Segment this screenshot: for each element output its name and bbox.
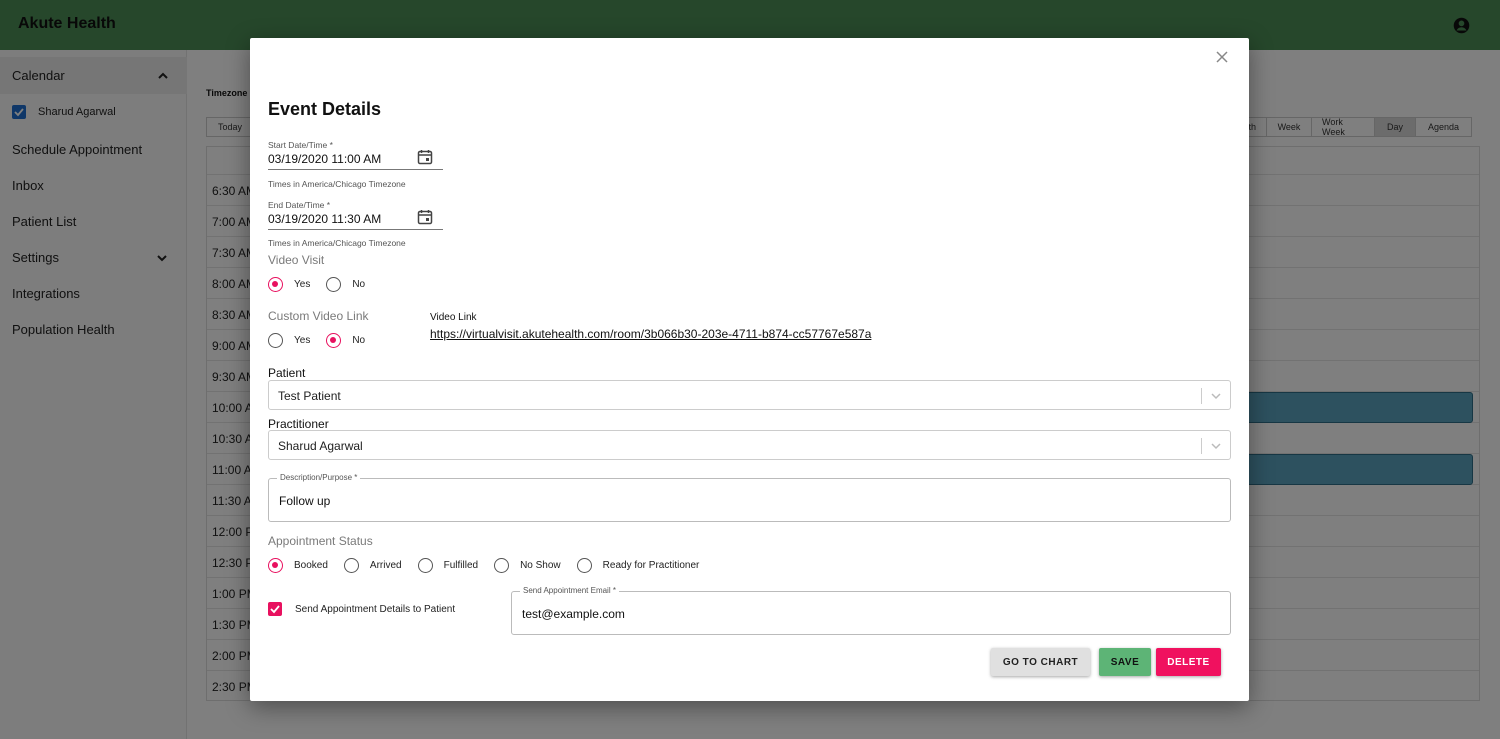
custom-video-link-no-radio[interactable]	[326, 333, 342, 348]
send-email-value: test@example.com	[522, 607, 625, 621]
video-visit-yes-radio[interactable]	[268, 277, 283, 292]
send-details-checkbox-row[interactable]: Send Appointment Details to Patient	[268, 602, 455, 616]
radio-label: No Show	[520, 560, 561, 571]
go-to-chart-button[interactable]: GO TO CHART	[991, 648, 1090, 676]
send-email-label: Send Appointment Email *	[520, 586, 619, 595]
end-datetime-field[interactable]: End Date/Time * 03/19/2020 11:30 AM	[268, 195, 443, 230]
dialog-title: Event Details	[268, 99, 382, 119]
start-datetime-helper: Times in America/Chicago Timezone	[268, 179, 406, 189]
checkbox-checked-icon[interactable]	[268, 602, 282, 616]
delete-button[interactable]: DELETE	[1156, 648, 1221, 676]
radio-label: Ready for Practitioner	[602, 560, 700, 571]
save-button[interactable]: SAVE	[1099, 648, 1151, 676]
send-email-input[interactable]: Send Appointment Email * test@example.co…	[511, 586, 1231, 635]
end-datetime-value: 03/19/2020 11:30 AM	[268, 212, 382, 226]
radio-label: Yes	[294, 335, 311, 346]
select-separator	[1201, 438, 1202, 454]
status-no-show-radio[interactable]	[494, 558, 510, 573]
radio-label: Yes	[294, 279, 311, 290]
start-datetime-field[interactable]: Start Date/Time * 03/19/2020 11:00 AM	[268, 135, 443, 170]
custom-video-link-label: Custom Video Link	[268, 309, 369, 323]
event-details-dialog: Event Details Start Date/Time * 03/19/20…	[250, 38, 1249, 701]
video-link[interactable]: https://virtualvisit.akutehealth.com/roo…	[430, 327, 871, 341]
end-datetime-helper: Times in America/Chicago Timezone	[268, 238, 406, 248]
send-details-label: Send Appointment Details to Patient	[295, 603, 456, 615]
status-ready-radio[interactable]	[576, 558, 592, 573]
patient-label: Patient	[268, 366, 306, 380]
video-visit-radio-group: Yes No	[268, 277, 381, 292]
custom-video-link-radio-group: Yes No	[268, 333, 381, 348]
radio-label: No	[352, 279, 366, 290]
description-input[interactable]: Description/Purpose * Follow up	[268, 473, 1231, 522]
video-visit-no-radio[interactable]	[326, 277, 342, 292]
video-link-label: Video Link	[430, 312, 477, 323]
select-separator	[1201, 388, 1202, 404]
appointment-status-label: Appointment Status	[268, 534, 373, 548]
close-icon[interactable]	[1215, 50, 1229, 64]
patient-select[interactable]: Test Patient	[268, 380, 1231, 410]
patient-value: Test Patient	[278, 389, 341, 403]
calendar-icon[interactable]	[417, 149, 433, 165]
radio-label: Arrived	[369, 560, 402, 571]
description-label: Description/Purpose *	[277, 473, 361, 482]
practitioner-value: Sharud Agarwal	[278, 439, 363, 453]
appointment-status-radio-group: Booked Arrived Fulfilled No Show Ready f…	[268, 558, 715, 573]
status-fulfilled-radio[interactable]	[417, 558, 433, 573]
description-value: Follow up	[279, 494, 331, 508]
radio-label: Fulfilled	[443, 560, 479, 571]
status-booked-radio[interactable]	[268, 558, 283, 573]
video-visit-label: Video Visit	[268, 253, 325, 267]
practitioner-label: Practitioner	[268, 417, 329, 431]
practitioner-select[interactable]: Sharud Agarwal	[268, 430, 1231, 460]
chevron-down-icon[interactable]	[1210, 440, 1222, 452]
custom-video-link-yes-radio[interactable]	[268, 333, 283, 348]
calendar-icon[interactable]	[417, 209, 433, 225]
radio-label: Booked	[294, 560, 328, 571]
start-datetime-label: Start Date/Time *	[268, 140, 333, 150]
chevron-down-icon[interactable]	[1210, 390, 1222, 402]
end-datetime-label: End Date/Time *	[268, 200, 331, 210]
status-arrived-radio[interactable]	[343, 558, 359, 573]
start-datetime-value: 03/19/2020 11:00 AM	[268, 152, 382, 166]
radio-label: No	[352, 335, 366, 346]
